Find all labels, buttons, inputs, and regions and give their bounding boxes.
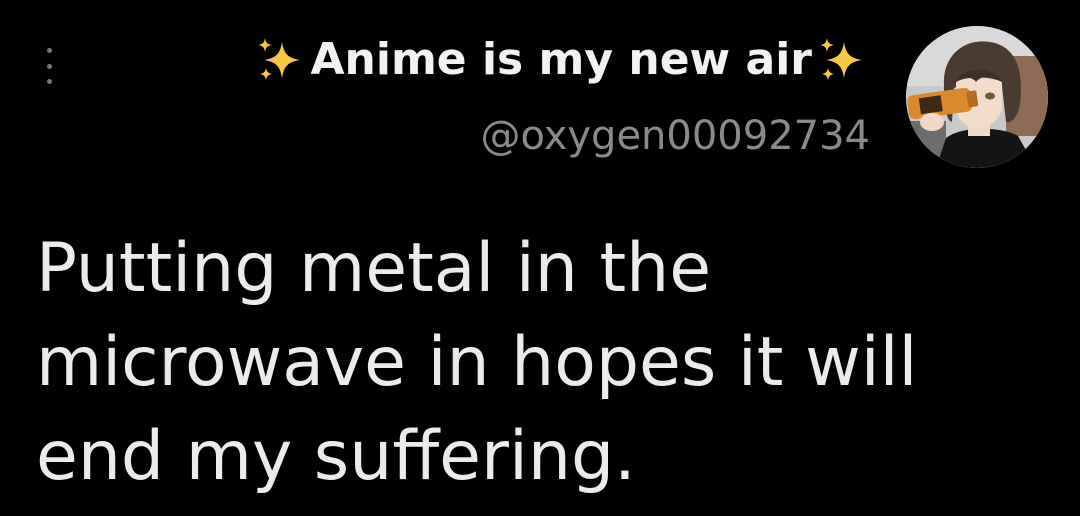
menu-dot: [46, 48, 52, 53]
user-handle[interactable]: @oxygen00092734: [252, 108, 870, 164]
tweet-text-line: microwave in hopes it will: [36, 323, 918, 402]
tweet-card: Anime is my new air @oxygen00092734 Putt…: [0, 0, 1080, 516]
sparkles-icon: [820, 38, 862, 80]
sparkles-icon: [258, 38, 301, 80]
tweet-header: Anime is my new air @oxygen00092734: [252, 30, 870, 164]
tweet-text-line: end my suffering.: [36, 417, 636, 496]
tweet-text: Putting metal in the microwave in hopes …: [36, 222, 1036, 504]
more-options-icon[interactable]: [40, 48, 58, 84]
tweet-text-line: Putting metal in the: [36, 229, 712, 308]
display-name-text: Anime is my new air: [310, 34, 812, 85]
display-name[interactable]: Anime is my new air: [252, 30, 870, 90]
menu-dot: [46, 79, 52, 84]
avatar-image: [906, 26, 1048, 168]
avatar[interactable]: [906, 26, 1048, 168]
menu-dot: [46, 63, 52, 69]
